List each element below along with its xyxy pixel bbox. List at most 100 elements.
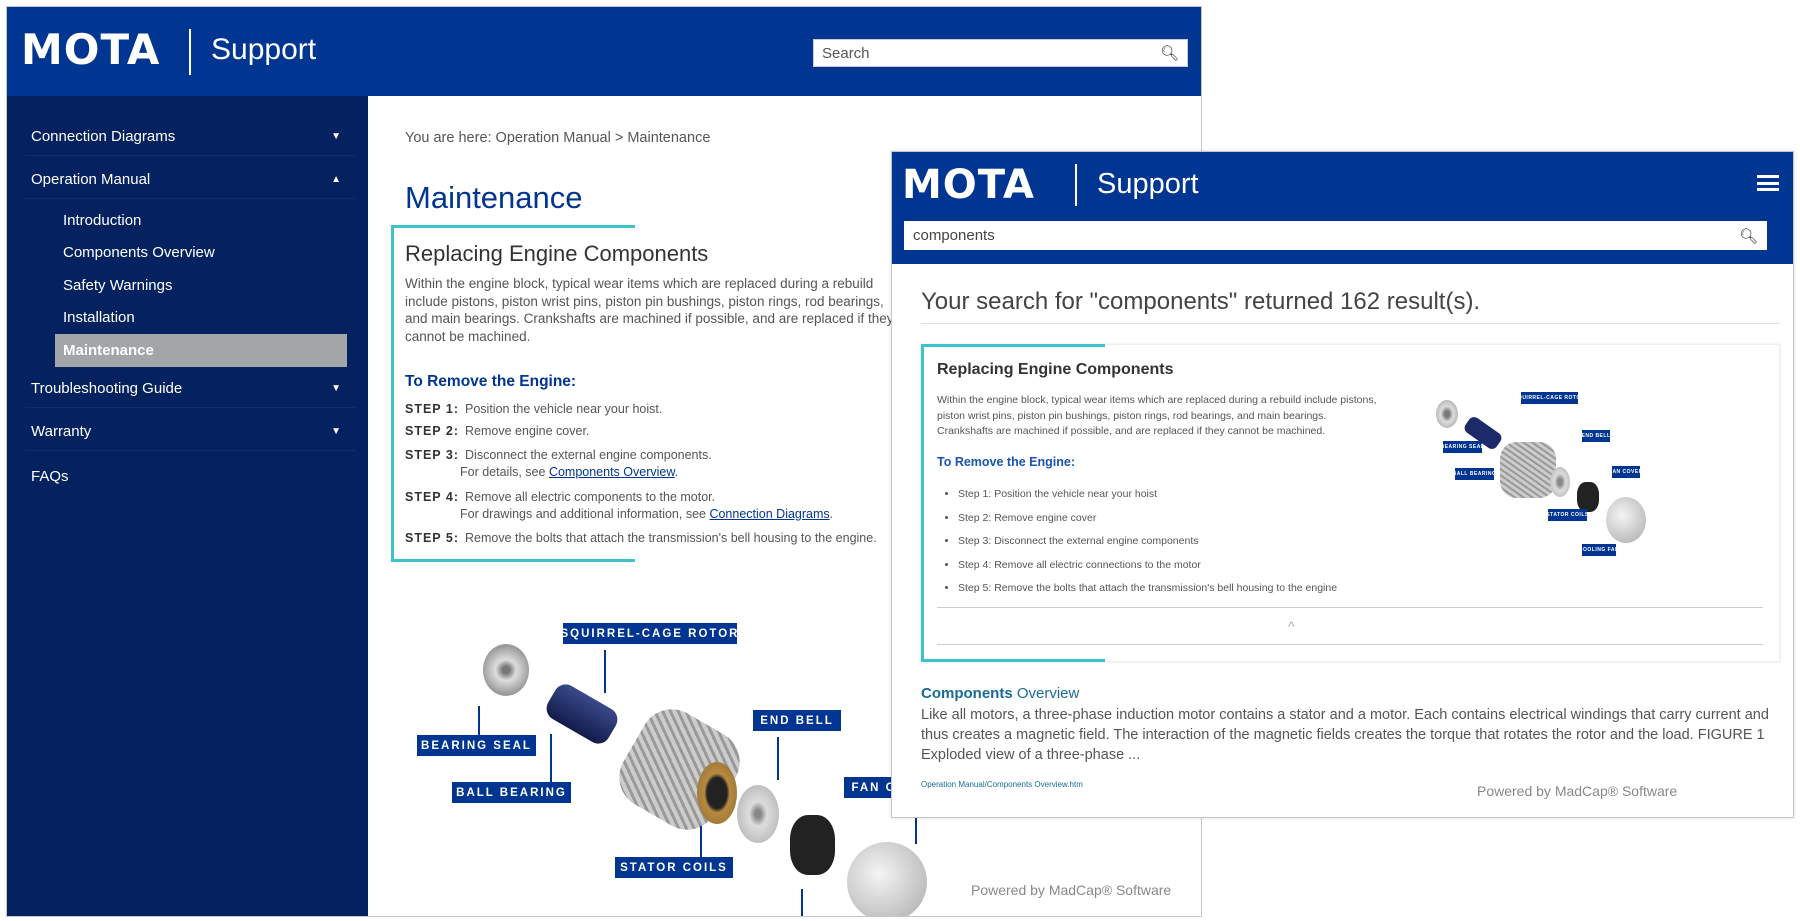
step-label: STEP 1: — [405, 402, 460, 416]
sidebar: Connection Diagrams ▼ Operation Manual ▲ I… — [7, 96, 368, 916]
label-stator-coils: STATOR COILS — [1546, 509, 1588, 521]
connection-diagrams-link[interactable]: Connection Diagrams — [709, 507, 829, 521]
search-icon[interactable]: 🔍︎ — [1160, 44, 1179, 62]
sidebar-item-safety-warnings[interactable]: Safety Warnings — [55, 270, 347, 300]
powered-by-footer[interactable]: Powered by MadCap® Software — [971, 882, 1171, 898]
period: . — [829, 507, 834, 521]
label-squirrel-cage-rotor: SQUIRREL-CAGE ROTOR — [1514, 392, 1584, 404]
sidebar-item-troubleshooting-guide[interactable]: Troubleshooting Guide ▼ — [25, 370, 355, 408]
card-divider — [937, 644, 1763, 645]
label: FAQs — [31, 467, 69, 485]
sidebar-item-warranty[interactable]: Warranty ▼ — [25, 413, 355, 451]
label: Connection Diagrams — [31, 128, 176, 145]
logo[interactable]: MOTA — [21, 25, 160, 74]
search-icon[interactable]: 🔍︎ — [1739, 227, 1758, 245]
header: MOTA Support components 🔍︎ — [892, 152, 1793, 264]
bearing-seal-part — [1436, 400, 1458, 428]
step-label: STEP 3: — [405, 448, 460, 462]
cooling-fan-part — [790, 815, 835, 875]
search-input[interactable]: components 🔍︎ — [904, 221, 1767, 250]
search-input[interactable]: Search 🔍︎ — [813, 39, 1188, 67]
fan-cover-part — [847, 842, 927, 916]
logo[interactable]: MOTA — [902, 162, 1035, 208]
step-text: Position the vehicle near your hoist. — [465, 402, 663, 416]
card-accent-left — [921, 344, 924, 662]
label: Troubleshooting Guide — [31, 380, 183, 397]
result-2-title[interactable]: Components Overview — [921, 685, 1079, 702]
step-text: Disconnect the external engine component… — [465, 448, 712, 462]
card-step: Step 5: Remove the bolts that attach the… — [958, 582, 1337, 606]
sidebar-item-operation-manual[interactable]: Operation Manual ▲ — [25, 161, 355, 199]
step-2: STEP 2: Remove engine cover. — [405, 424, 589, 438]
note: For drawings and additional information,… — [460, 507, 710, 521]
steps-heading: To Remove the Engine: — [405, 373, 577, 390]
card-title[interactable]: Replacing Engine Components — [937, 361, 1173, 379]
card-steps-heading: To Remove the Engine: — [937, 455, 1075, 469]
card-text: Within the engine block, typical wear it… — [937, 394, 1377, 437]
card-steps-list: Step 1: Position the vehicle near your h… — [958, 488, 1337, 606]
step-1: STEP 1: Position the vehicle near your ho… — [405, 402, 662, 416]
sidebar-item-maintenance[interactable]: Maintenance — [55, 334, 347, 367]
card-step: Step 2: Remove engine cover — [958, 512, 1337, 536]
label-ball-bearing: BALL BEARING — [452, 782, 571, 803]
step-4: STEP 4: Remove all electric components to… — [405, 490, 715, 504]
label-bearing-seal: BEARING SEAL — [1441, 441, 1484, 453]
breadcrumb: You are here: Operation Manual > Mainten… — [405, 130, 711, 146]
leader-line — [777, 737, 779, 780]
label: Operation Manual — [31, 171, 151, 188]
leader-line — [604, 650, 606, 693]
search-value: components — [913, 227, 995, 244]
results-heading: Your search for "components" returned 16… — [921, 288, 1481, 315]
sidebar-item-components-overview[interactable]: Components Overview — [55, 237, 347, 267]
card-step: Step 3: Disconnect the external engine c… — [958, 535, 1337, 559]
teal-box-bottom — [391, 559, 635, 562]
stator-coils-part — [697, 762, 737, 824]
collapse-chevron-icon[interactable]: ^ — [1288, 618, 1295, 634]
card-divider — [937, 607, 1763, 608]
caret-down-icon: ▼ — [331, 426, 341, 437]
search-placeholder: Search — [822, 44, 870, 62]
result-2-text: Like all motors, a three-phase induction… — [921, 707, 1769, 763]
divider — [189, 29, 191, 75]
leader-line — [801, 889, 803, 916]
sidebar-item-introduction[interactable]: Introduction — [55, 205, 347, 235]
step-label: STEP 5: — [405, 531, 460, 545]
sidebar-item-faqs[interactable]: FAQs — [25, 457, 355, 495]
label-ball-bearing: BALL BEARING — [1453, 468, 1496, 480]
step-text: Remove all electric components to the mo… — [465, 490, 716, 504]
section-text: Within the engine block, typical wear it… — [405, 276, 894, 344]
card-step: Step 1: Position the vehicle near your h… — [958, 488, 1337, 512]
header: MOTA Support Search 🔍︎ — [7, 7, 1201, 96]
label-bearing-seal: BEARING SEAL — [417, 735, 536, 756]
sidebar-item-connection-diagrams[interactable]: Connection Diagrams ▼ — [25, 118, 355, 156]
hamburger-icon[interactable] — [1757, 175, 1779, 191]
step-text: Remove engine cover. — [465, 424, 590, 438]
support-title: Support — [211, 33, 317, 66]
step-label: STEP 2: — [405, 424, 460, 438]
section-title: Replacing Engine Components — [405, 241, 709, 266]
heading-divider — [921, 323, 1780, 324]
fan-cover-part — [1606, 497, 1646, 543]
stator-housing-part — [1500, 442, 1556, 498]
sidebar-item-installation[interactable]: Installation — [55, 302, 347, 332]
label-cooling-fan: COOLING FAN — [1579, 544, 1619, 556]
teal-box-border — [391, 225, 394, 562]
label-end-bell: END BELL — [753, 710, 841, 731]
result-2-url[interactable]: Operation Manual/Components Overview.htm — [921, 780, 1083, 789]
end-bell-part — [1550, 467, 1570, 497]
card-step: Step 4: Remove all electric connections … — [958, 559, 1337, 583]
caret-down-icon: ▼ — [331, 383, 341, 394]
components-overview-link[interactable]: Components Overview — [549, 465, 675, 479]
powered-by-footer[interactable]: Powered by MadCap® Software — [1477, 783, 1677, 799]
step-3-note: For details, see Components Overview. — [460, 465, 678, 479]
label-end-bell: END BELL — [1582, 430, 1610, 442]
end-bell-part — [737, 785, 779, 843]
label: Warranty — [31, 423, 92, 440]
label-stator-coils: STATOR COILS — [615, 857, 733, 878]
divider — [1075, 164, 1077, 206]
label-fan-cover: FAN COVER — [1609, 466, 1642, 478]
step-4-note: For drawings and additional information,… — [460, 507, 833, 521]
card-accent-bottom — [921, 659, 1105, 662]
rotor-part — [542, 680, 622, 748]
bearing-seal-part — [483, 644, 529, 696]
